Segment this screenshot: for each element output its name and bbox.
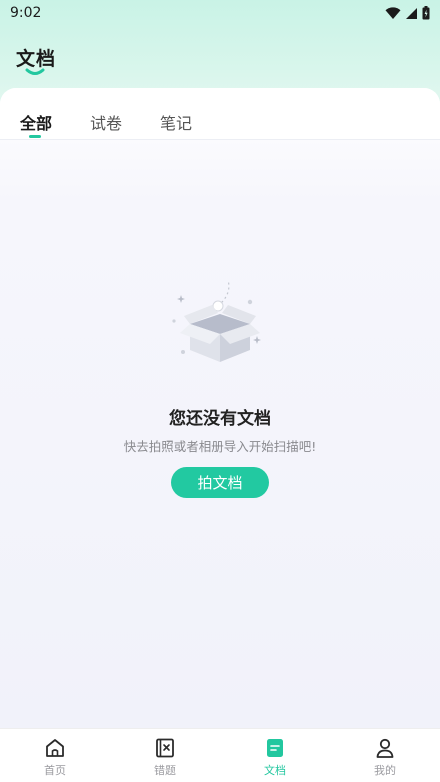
status-bar: 9:02 bbox=[0, 0, 440, 26]
nav-item-profile[interactable]: 我的 bbox=[330, 729, 440, 782]
page-title-area: 文档 bbox=[16, 44, 56, 78]
home-icon bbox=[46, 739, 64, 757]
empty-state-title: 您还没有文档 bbox=[169, 409, 271, 429]
empty-box-illustration-icon bbox=[172, 279, 261, 362]
active-tab-indicator bbox=[29, 135, 41, 138]
status-icons bbox=[385, 6, 430, 20]
tab-papers[interactable]: 试卷 bbox=[90, 110, 122, 134]
cellular-signal-icon bbox=[406, 7, 417, 19]
nav-label-wrong-questions: 错题 bbox=[154, 764, 176, 777]
nav-label-home: 首页 bbox=[44, 764, 66, 777]
bottom-nav: 首页 错题 文档 我的 bbox=[0, 728, 440, 782]
nav-item-home[interactable]: 首页 bbox=[0, 729, 110, 782]
nav-label-profile: 我的 bbox=[374, 764, 396, 777]
page-title: 文档 bbox=[16, 48, 57, 70]
battery-icon bbox=[422, 6, 430, 20]
nav-label-documents: 文档 bbox=[264, 764, 286, 777]
nav-item-wrong-questions[interactable]: 错题 bbox=[110, 729, 220, 782]
status-time: 9:02 bbox=[10, 5, 42, 21]
title-underline-smile-icon bbox=[25, 68, 45, 75]
tab-notes[interactable]: 笔记 bbox=[160, 110, 192, 134]
document-icon bbox=[267, 739, 283, 757]
capture-document-button[interactable]: 拍文档 bbox=[171, 467, 269, 498]
content-card: 全部 试卷 笔记 您还没有文档 快去拍照或者相册导入开始扫描吧! 拍文档 bbox=[0, 88, 440, 728]
empty-state-subtitle: 快去拍照或者相册导入开始扫描吧! bbox=[123, 439, 317, 454]
profile-icon bbox=[376, 738, 394, 758]
nav-item-documents[interactable]: 文档 bbox=[220, 729, 330, 782]
tab-all[interactable]: 全部 bbox=[20, 110, 52, 134]
wifi-icon bbox=[385, 6, 401, 19]
tab-bar: 全部 试卷 笔记 bbox=[0, 88, 440, 140]
wrong-questions-icon bbox=[156, 738, 174, 758]
